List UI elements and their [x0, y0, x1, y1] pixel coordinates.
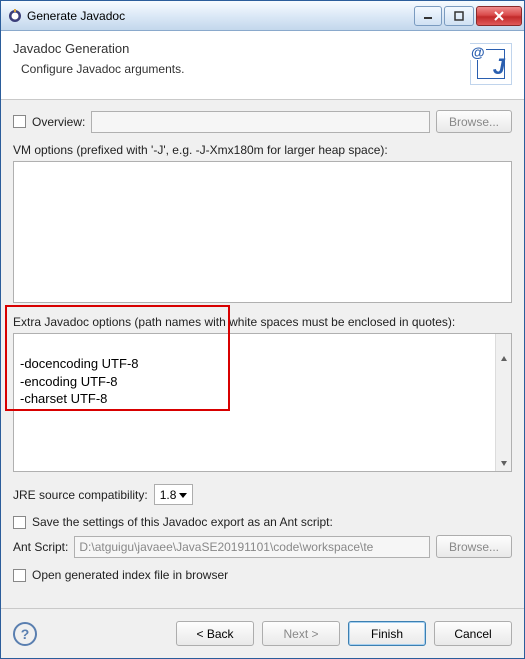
next-button[interactable]: Next > [262, 621, 340, 646]
jre-value: 1.8 [160, 488, 177, 502]
save-ant-checkbox[interactable] [13, 516, 26, 529]
close-button[interactable] [476, 6, 522, 26]
jre-select[interactable]: 1.8 [154, 484, 194, 505]
overview-checkbox[interactable] [13, 115, 26, 128]
overview-label: Overview: [32, 115, 85, 129]
dialog-body: Overview: Browse... VM options (prefixed… [1, 100, 524, 608]
overview-input[interactable] [91, 111, 430, 133]
javadoc-icon: @J [470, 43, 512, 85]
finish-button[interactable]: Finish [348, 621, 426, 646]
chevron-down-icon [176, 488, 190, 502]
maximize-button[interactable] [444, 6, 474, 26]
back-button[interactable]: < Back [176, 621, 254, 646]
overview-browse-button[interactable]: Browse... [436, 110, 512, 133]
vm-options-input[interactable] [13, 161, 512, 303]
dialog-footer: ? < Back Next > Finish Cancel [1, 608, 524, 658]
jre-label: JRE source compatibility: [13, 488, 148, 502]
window-title: Generate Javadoc [27, 9, 412, 23]
page-subtitle: Configure Javadoc arguments. [13, 62, 470, 76]
open-index-label: Open generated index file in browser [32, 568, 228, 582]
extra-options-value: -docencoding UTF-8 -encoding UTF-8 -char… [20, 356, 139, 406]
ant-script-input[interactable] [74, 536, 430, 558]
ant-script-label: Ant Script: [13, 540, 68, 554]
titlebar[interactable]: Generate Javadoc [1, 1, 524, 31]
help-button[interactable]: ? [13, 622, 37, 646]
vm-options-label: VM options (prefixed with '-J', e.g. -J-… [13, 143, 512, 157]
open-index-checkbox[interactable] [13, 569, 26, 582]
extra-options-textarea[interactable]: -docencoding UTF-8 -encoding UTF-8 -char… [13, 333, 512, 473]
app-icon [7, 8, 23, 24]
extra-options-label: Extra Javadoc options (path names with w… [13, 315, 512, 329]
minimize-button[interactable] [414, 6, 442, 26]
dialog-header: Javadoc Generation Configure Javadoc arg… [1, 31, 524, 100]
cancel-button[interactable]: Cancel [434, 621, 512, 646]
scroll-up-icon[interactable] [496, 351, 511, 367]
scrollbar-vertical[interactable] [495, 334, 511, 472]
scroll-down-icon[interactable] [496, 455, 511, 471]
page-title: Javadoc Generation [13, 41, 470, 56]
dialog-window: Generate Javadoc Javadoc Generation Conf… [0, 0, 525, 659]
save-ant-label: Save the settings of this Javadoc export… [32, 515, 333, 529]
ant-script-browse-button[interactable]: Browse... [436, 535, 512, 558]
